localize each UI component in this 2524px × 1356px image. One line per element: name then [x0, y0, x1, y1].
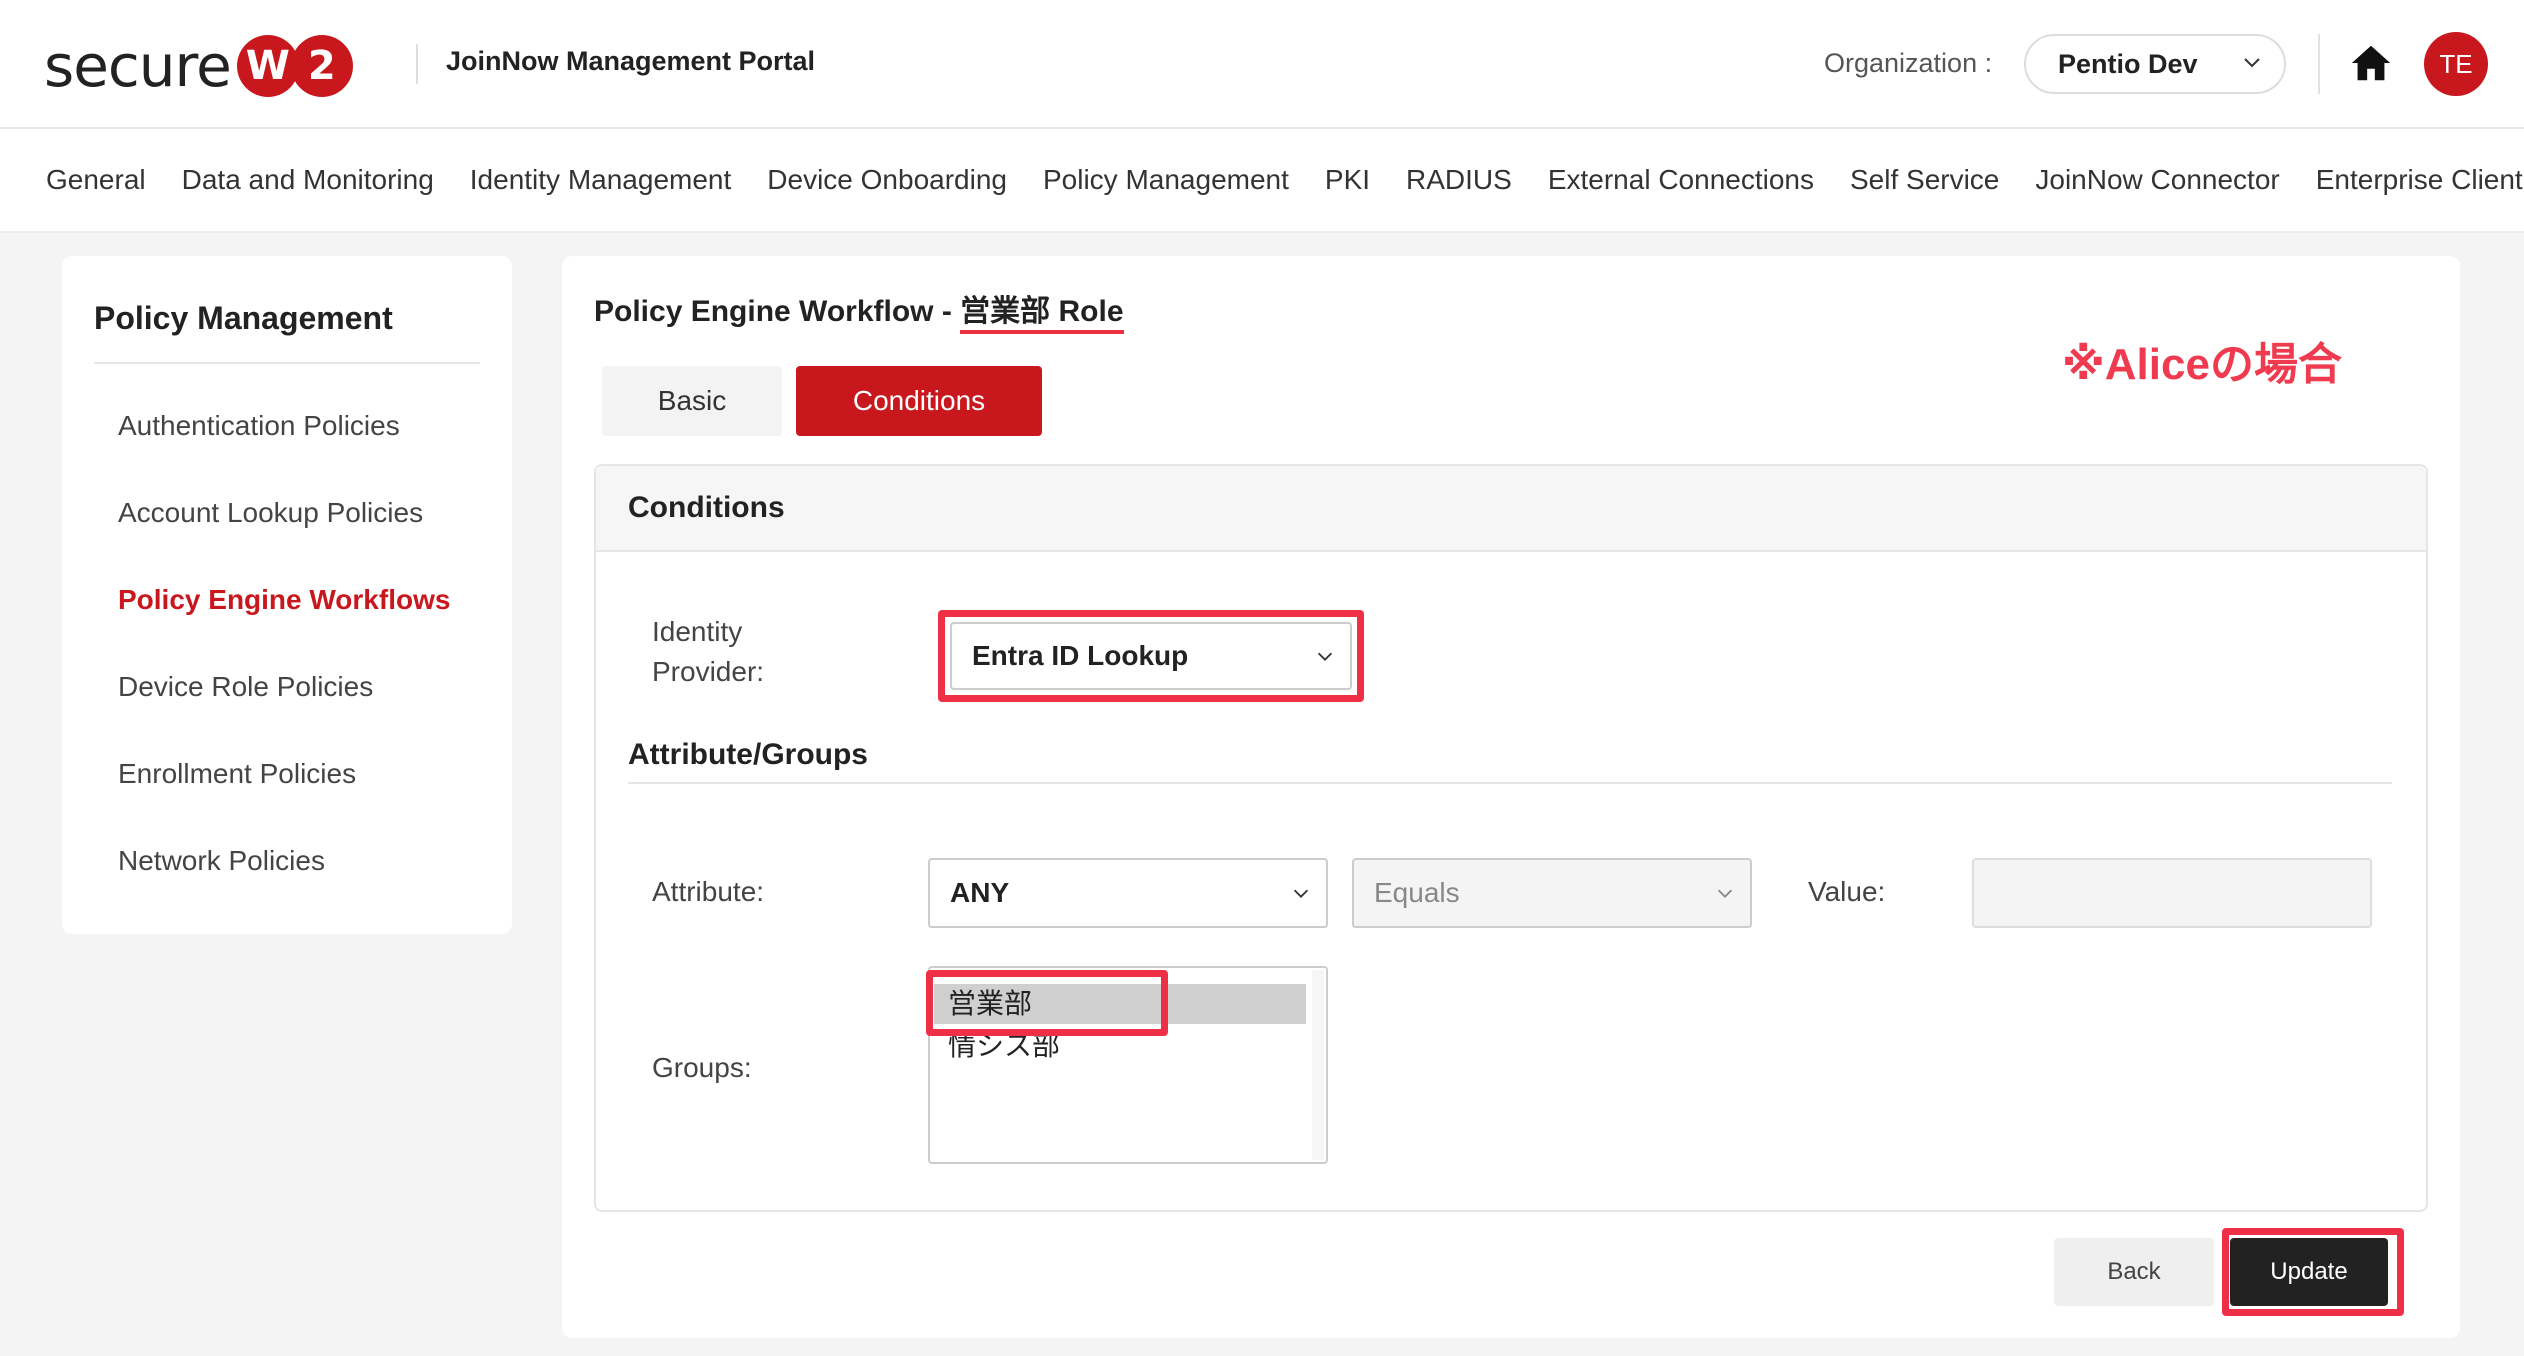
identity-provider-label: Identity Provider:: [652, 612, 764, 692]
sidebar-title: Policy Management: [94, 300, 393, 336]
annotation-note: ※Aliceの場合: [2062, 340, 2342, 389]
sidebar-item-authentication-policies[interactable]: Authentication Policies: [118, 410, 400, 442]
attribute-label: Attribute:: [652, 876, 765, 907]
nav-item-radius[interactable]: RADIUS: [1406, 164, 1512, 196]
nav-item-policy-management[interactable]: Policy Management: [1043, 164, 1289, 196]
attribute-groups-heading: Attribute/Groups: [628, 738, 868, 771]
organization-select[interactable]: Pentio Dev: [2024, 34, 2286, 94]
organization-value: Pentio Dev: [2058, 48, 2198, 79]
identity-provider-select[interactable]: Entra ID Lookup: [950, 622, 1352, 690]
value-label: Value:: [1808, 876, 1886, 907]
header-divider: [416, 44, 418, 84]
user-avatar[interactable]: TE: [2424, 32, 2488, 96]
identity-provider-label-line1: Identity: [652, 616, 743, 647]
conditions-heading: Conditions: [596, 466, 2426, 552]
attribute-select[interactable]: ANY: [928, 858, 1328, 928]
logo-text: secure: [44, 32, 232, 100]
conditions-panel: Conditions Identity Provider: Entra ID L…: [594, 464, 2428, 1212]
chevron-down-icon: [1293, 889, 1309, 898]
nav-item-self-service[interactable]: Self Service: [1850, 164, 1999, 196]
identity-provider-value: Entra ID Lookup: [972, 640, 1189, 671]
groups-label: Groups:: [652, 1052, 752, 1083]
page-title-role: 営業部 Role: [960, 295, 1124, 334]
securew2-logo[interactable]: secure W 2: [44, 32, 353, 100]
operator-value: Equals: [1374, 877, 1460, 908]
nav-item-external-connections[interactable]: External Connections: [1548, 164, 1814, 196]
sidebar-item-network-policies[interactable]: Network Policies: [118, 845, 325, 877]
tab-basic[interactable]: Basic: [602, 366, 782, 436]
sidebar-item-device-role-policies[interactable]: Device Role Policies: [118, 671, 373, 703]
attribute-value: ANY: [950, 877, 1010, 908]
organization-label: Organization :: [1824, 48, 1993, 78]
chevron-down-icon: [2244, 58, 2260, 68]
nav-item-device-onboarding[interactable]: Device Onboarding: [767, 164, 1007, 196]
logo-badge-w: W: [236, 35, 299, 97]
identity-provider-label-line2: Provider:: [652, 656, 765, 687]
group-selection-highlight: [926, 970, 1168, 1036]
value-input[interactable]: [1972, 858, 2372, 928]
groups-scrollbar[interactable]: [1312, 970, 1324, 1160]
nav-item-data-monitoring[interactable]: Data and Monitoring: [182, 164, 434, 196]
nav-item-general[interactable]: General: [46, 164, 146, 196]
back-button[interactable]: Back: [2054, 1238, 2214, 1306]
main-nav: General Data and Monitoring Identity Man…: [0, 129, 2524, 233]
main-card: Policy Engine Workflow - 営業部 Role ※Alice…: [562, 256, 2460, 1338]
header-separator: [2318, 34, 2320, 94]
page-title-prefix: Policy Engine Workflow -: [594, 295, 961, 328]
nav-item-identity-management[interactable]: Identity Management: [470, 164, 732, 196]
portal-title: JoinNow Management Portal: [446, 46, 816, 76]
nav-item-enterprise-client[interactable]: Enterprise Client: [2316, 164, 2523, 196]
operator-select[interactable]: Equals: [1352, 858, 1752, 928]
sidebar-divider: [94, 362, 480, 364]
sidebar-item-policy-engine-workflows[interactable]: Policy Engine Workflows: [118, 584, 450, 616]
page-title: Policy Engine Workflow - 営業部 Role: [594, 286, 1124, 334]
sidebar-item-enrollment-policies[interactable]: Enrollment Policies: [118, 758, 356, 790]
top-header: secure W 2 JoinNow Management Portal Org…: [0, 0, 2524, 129]
sidebar-item-account-lookup-policies[interactable]: Account Lookup Policies: [118, 497, 423, 529]
sidebar: Policy Management Authentication Policie…: [62, 256, 512, 934]
attribute-groups-divider: [628, 782, 2392, 784]
nav-item-joinnow-connector[interactable]: JoinNow Connector: [2035, 164, 2279, 196]
home-icon[interactable]: [2348, 40, 2394, 86]
nav-item-pki[interactable]: PKI: [1325, 164, 1370, 196]
tab-conditions[interactable]: Conditions: [796, 366, 1042, 436]
chevron-down-icon: [1317, 652, 1333, 661]
logo-badge-2: 2: [290, 35, 353, 97]
chevron-down-icon: [1717, 889, 1733, 898]
update-button[interactable]: Update: [2230, 1238, 2388, 1306]
